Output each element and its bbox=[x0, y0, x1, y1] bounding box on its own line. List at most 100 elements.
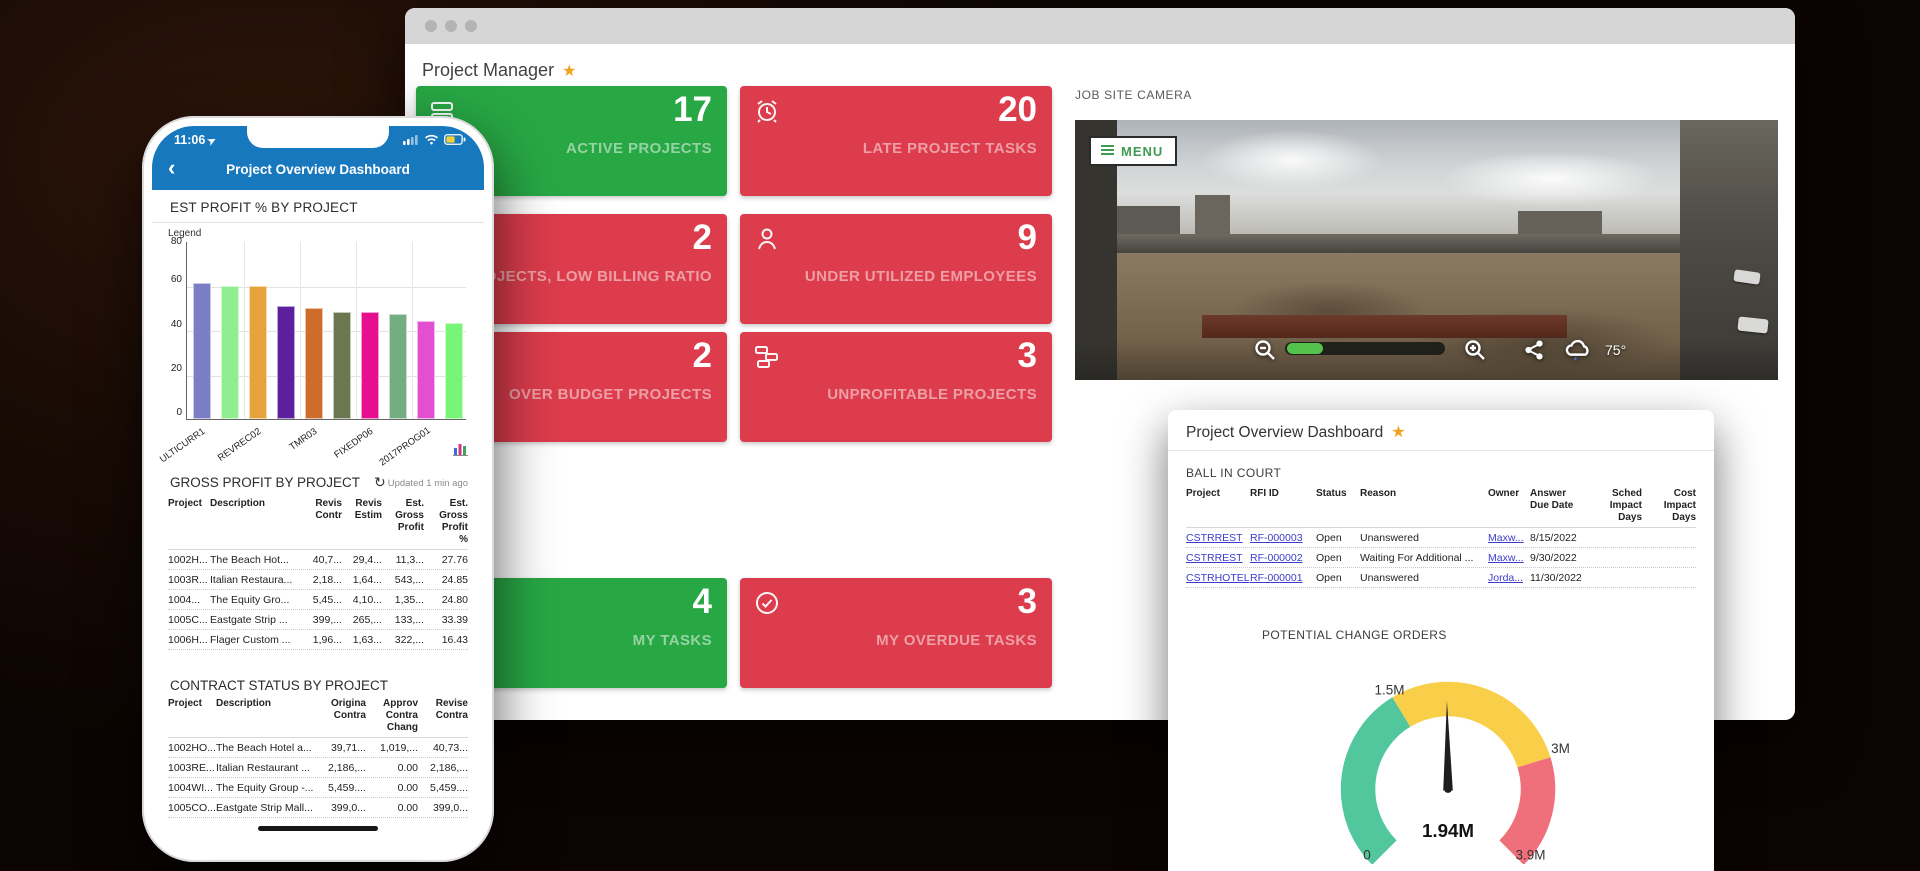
window-maximize-dot[interactable] bbox=[465, 20, 477, 32]
kpi-value: 2 bbox=[693, 336, 712, 376]
alarm-clock-icon bbox=[753, 97, 781, 125]
browser-titlebar bbox=[405, 8, 1795, 44]
column-header: Cost Impact Days bbox=[1642, 488, 1696, 524]
table-cell: 11,3... bbox=[382, 554, 424, 566]
check-circle-icon bbox=[753, 589, 781, 617]
gross-profit-table: ProjectDescriptionRevis ContrRevis Estim… bbox=[168, 498, 468, 650]
car bbox=[1737, 316, 1768, 333]
table-cell: 265,... bbox=[342, 614, 382, 626]
table-cell: Open bbox=[1316, 532, 1360, 544]
window-minimize-dot[interactable] bbox=[445, 20, 457, 32]
camera-menu-button[interactable]: MENU bbox=[1089, 136, 1177, 166]
table-cell: 1002H... bbox=[168, 554, 210, 566]
table-cell: 0.00 bbox=[366, 762, 418, 774]
zoom-out-icon[interactable] bbox=[1253, 338, 1277, 362]
change-orders-gauge: 1.5M 3M 0 3.9M 1.94M bbox=[1298, 654, 1598, 864]
signal-bars-icon bbox=[403, 134, 419, 145]
table-cell: The Equity Gro... bbox=[210, 594, 302, 606]
gauge-band-yellow bbox=[1401, 699, 1534, 762]
x-tick-label: REVREC02 bbox=[209, 426, 263, 468]
hamburger-icon bbox=[1101, 143, 1114, 157]
zoom-in-icon[interactable] bbox=[1463, 338, 1487, 362]
composite-screenshot: Project Manager★ 17 ACTIVE PROJECTS 20 L… bbox=[0, 0, 1920, 871]
table-cell: 1005CO... bbox=[168, 802, 216, 814]
chart-type-icon[interactable] bbox=[453, 442, 468, 456]
table-cell: 29,4... bbox=[342, 554, 382, 566]
x-tick-label: ULTICURR1 bbox=[153, 426, 207, 468]
table-row: 1004...The Equity Gro...5,45...4,10...1,… bbox=[168, 590, 468, 610]
table-cell: Unanswered bbox=[1360, 572, 1488, 584]
card-title: Project Overview Dashboard★ bbox=[1186, 422, 1406, 442]
kpi-tile-my-overdue-tasks[interactable]: 3 MY OVERDUE TASKS bbox=[740, 578, 1052, 688]
table-cell: 0.00 bbox=[366, 802, 418, 814]
column-header: Answer Due Date bbox=[1530, 488, 1594, 524]
table-row: 1003R...Italian Restaura...2,18...1,64..… bbox=[168, 570, 468, 590]
table-cell bbox=[1594, 532, 1642, 544]
wifi-icon bbox=[424, 134, 439, 145]
kpi-value: 3 bbox=[1018, 582, 1037, 622]
table-row: 1004WI...The Equity Group -...5,459....0… bbox=[168, 778, 468, 798]
table-cell: 1003R... bbox=[168, 574, 210, 586]
material-stack bbox=[1202, 315, 1568, 338]
camera-section-label: JOB SITE CAMERA bbox=[1075, 88, 1192, 102]
project-overview-card: Project Overview Dashboard★ BALL IN COUR… bbox=[1168, 410, 1714, 871]
bar bbox=[221, 286, 239, 420]
camera-zoom-slider[interactable] bbox=[1285, 342, 1445, 355]
y-tick: 40 bbox=[158, 319, 182, 330]
table-link[interactable]: Maxw... bbox=[1488, 532, 1530, 544]
table-row: 1005CO...Eastgate Strip Mall... 399,0...0… bbox=[168, 798, 468, 818]
table-link[interactable]: RF-000001 bbox=[1250, 572, 1316, 584]
location-arrow-icon: ➤ bbox=[206, 135, 219, 149]
y-tick: 80 bbox=[158, 236, 182, 247]
kpi-tile-unprofitable-projects[interactable]: 3 UNPROFITABLE PROJECTS bbox=[740, 332, 1052, 442]
table-cell: 399,0... bbox=[418, 802, 468, 814]
column-header: Description bbox=[216, 698, 320, 734]
table-cell: 4,10... bbox=[342, 594, 382, 606]
table-link[interactable]: Maxw... bbox=[1488, 552, 1530, 564]
divider bbox=[1168, 450, 1714, 451]
building-silhouette bbox=[1117, 206, 1180, 237]
favorite-star-icon[interactable]: ★ bbox=[1391, 424, 1405, 441]
column-header: Est. Gross Profit % bbox=[424, 498, 468, 546]
potential-change-orders-heading: POTENTIAL CHANGE ORDERS bbox=[1262, 628, 1447, 642]
refresh-icon[interactable]: ↻ bbox=[374, 474, 386, 490]
phone-nav-title: Project Overview Dashboard bbox=[152, 162, 484, 177]
status-time: 11:06➤ bbox=[174, 133, 217, 147]
phone-screen: 11:06➤ ‹ Project Overview Dashboard EST … bbox=[152, 126, 484, 852]
kpi-value: 9 bbox=[1018, 218, 1037, 258]
kpi-label: ACTIVE PROJECTS bbox=[566, 140, 712, 157]
table-cell: 2,186,... bbox=[418, 762, 468, 774]
table-cell: Flager Custom ... bbox=[210, 634, 302, 646]
bar bbox=[193, 283, 211, 419]
kpi-value: 20 bbox=[998, 90, 1037, 130]
table-link[interactable]: CSTRREST bbox=[1186, 552, 1250, 564]
bar bbox=[361, 312, 379, 419]
table-link[interactable]: Jorda... bbox=[1488, 572, 1530, 584]
gauge-value: 1.94M bbox=[1422, 820, 1474, 841]
window-close-dot[interactable] bbox=[425, 20, 437, 32]
table-link[interactable]: CSTRREST bbox=[1186, 532, 1250, 544]
gauge-label: 1.5M bbox=[1374, 683, 1404, 698]
table-cell: 1,35... bbox=[382, 594, 424, 606]
kpi-tile-under-utilized-employees[interactable]: 9 UNDER UTILIZED EMPLOYEES bbox=[740, 214, 1052, 324]
gauge-max-label: 3.9M bbox=[1515, 848, 1545, 863]
updated-timestamp: Updated 1 min ago bbox=[388, 478, 468, 489]
kpi-tile-late-project-tasks[interactable]: 20 LATE PROJECT TASKS bbox=[740, 86, 1052, 196]
favorite-star-icon[interactable]: ★ bbox=[562, 63, 576, 80]
table-cell: 1002HO... bbox=[168, 742, 216, 754]
bar bbox=[333, 312, 351, 419]
share-icon[interactable] bbox=[1523, 338, 1545, 362]
table-header-row: ProjectRFI IDStatusReasonOwnerAnswer Due… bbox=[1186, 488, 1696, 528]
person-icon bbox=[753, 225, 781, 253]
table-link[interactable]: CSTRHOTEL bbox=[1186, 572, 1250, 584]
temperature-readout: 75° bbox=[1605, 342, 1626, 358]
home-indicator[interactable] bbox=[258, 826, 378, 831]
table-cell: Eastgate Strip ... bbox=[210, 614, 302, 626]
slider-handle[interactable] bbox=[1287, 343, 1323, 354]
table-link[interactable]: RF-000002 bbox=[1250, 552, 1316, 564]
y-tick: 20 bbox=[158, 363, 182, 374]
gridline bbox=[412, 242, 413, 419]
divider bbox=[152, 222, 484, 223]
table-link[interactable]: RF-000003 bbox=[1250, 532, 1316, 544]
table-cell: Eastgate Strip Mall... bbox=[216, 802, 320, 814]
